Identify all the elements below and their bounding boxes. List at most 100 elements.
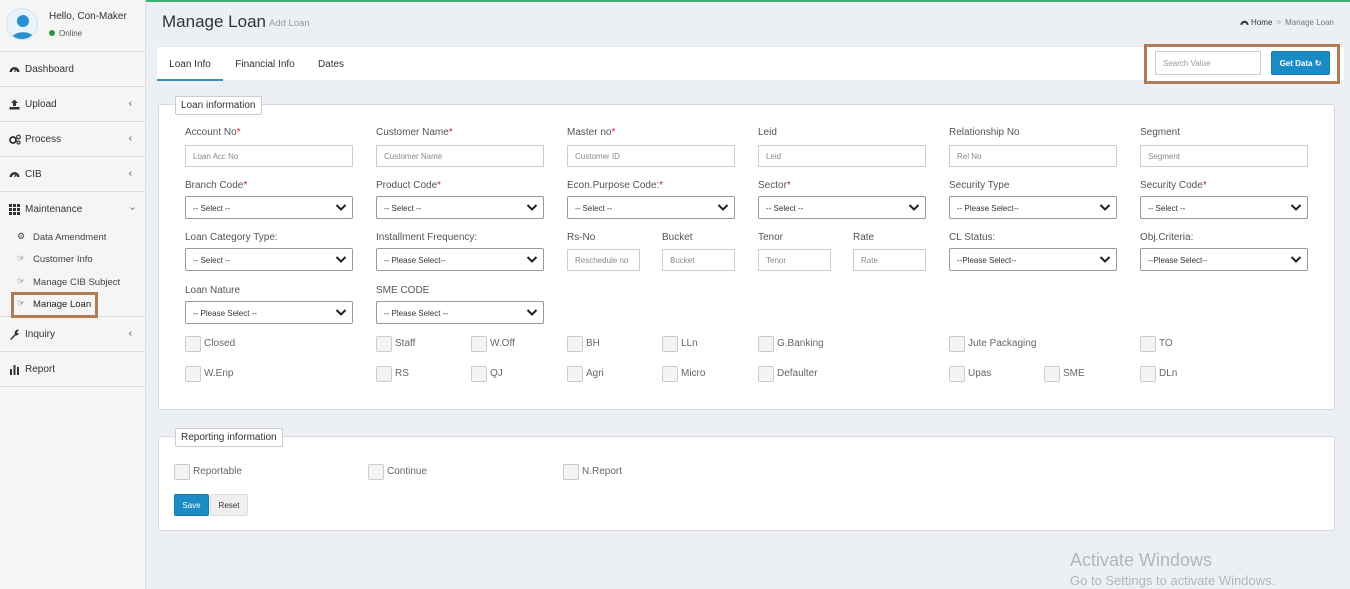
sidebar-item-cib[interactable]: CIB ‹ (0, 157, 145, 192)
hand-pointer-icon: ☞ (17, 253, 26, 263)
loan-info-panel: Loan information Account No* Customer Na… (158, 96, 1335, 410)
branch-code-select[interactable]: -- Select -- (185, 196, 353, 219)
product-code-label: Product Code* (376, 180, 442, 191)
customer-name-label: Customer Name* (376, 127, 453, 138)
sector-select[interactable]: -- Select -- (758, 196, 926, 219)
bucket-input[interactable] (662, 249, 735, 271)
page-subtitle: Add Loan (269, 18, 310, 29)
account-no-input[interactable] (185, 145, 353, 167)
econ-purpose-label: Econ.Purpose Code:* (567, 180, 664, 191)
activate-windows-watermark: Activate Windows (1070, 550, 1213, 570)
chevron-left-icon: ‹ (128, 98, 132, 109)
active-item-highlight (11, 292, 98, 318)
cl-status-select[interactable]: --Please Select-- (949, 248, 1117, 271)
user-status: Online (49, 29, 82, 38)
chevron-down-icon (526, 309, 538, 316)
leid-input[interactable] (758, 145, 926, 167)
chevron-down-icon (1099, 256, 1111, 263)
obj-criteria-select[interactable]: --Please Select-- (1140, 248, 1308, 271)
sidebar-item-process[interactable]: Process ‹ (0, 122, 145, 157)
rs-no-label: Rs-No (567, 232, 596, 243)
sidebar-item-dashboard[interactable]: Dashboard (0, 52, 145, 87)
dashboard-icon (9, 64, 20, 75)
online-dot-icon (49, 30, 55, 36)
upload-icon (9, 99, 20, 110)
tab-bar: Loan Info Financial Info Dates Get Data … (157, 44, 1344, 84)
breadcrumb-current: Manage Loan (1285, 18, 1334, 27)
installment-frequency-select[interactable]: -- Please Select-- (376, 248, 544, 271)
sidebar-item-label: Inquiry (25, 329, 56, 340)
reporting-info-legend: Reporting information (175, 428, 283, 447)
get-data-button[interactable]: Get Data ↻ (1271, 51, 1330, 75)
dashboard-icon (1240, 18, 1249, 28)
reset-button[interactable]: Reset (210, 494, 248, 516)
chevron-left-icon: ‹ (128, 133, 132, 144)
sidebar-item-upload[interactable]: Upload ‹ (0, 87, 145, 122)
wrench-icon (9, 329, 20, 340)
tab-dates[interactable]: Dates (311, 47, 351, 81)
chevron-down-icon (908, 204, 920, 211)
sme-code-select[interactable]: -- Please Select -- (376, 301, 544, 324)
sidebar-item-label: Maintenance (25, 204, 83, 215)
account-no-label: Account No* (185, 127, 241, 138)
breadcrumb-home-link[interactable]: Home (1251, 18, 1272, 27)
installment-frequency-label: Installment Frequency: (376, 232, 478, 243)
dashboard-icon (9, 169, 20, 180)
security-type-label: Security Type (949, 180, 1010, 191)
sidebar-item-label: CIB (25, 169, 42, 180)
loan-nature-select[interactable]: -- Please Select -- (185, 301, 353, 324)
loan-category-label: Loan Category Type: (185, 232, 278, 243)
bar-chart-icon (9, 364, 20, 375)
econ-purpose-select[interactable]: -- Select -- (567, 196, 735, 219)
sidebar-item-report[interactable]: Report (0, 352, 145, 387)
chevron-left-icon: ‹ (128, 168, 132, 179)
loan-nature-label: Loan Nature (185, 285, 241, 296)
cl-status-label: CL Status: (949, 232, 996, 243)
breadcrumb: Home > Manage Loan (1240, 18, 1334, 28)
sidebar-item-inquiry[interactable]: Inquiry ‹ (0, 317, 145, 352)
chevron-down-icon (717, 204, 729, 211)
security-code-select[interactable]: -- Select -- (1140, 196, 1308, 219)
page-title: Manage Loan (162, 12, 266, 31)
tenor-input[interactable] (758, 249, 831, 271)
search-input[interactable] (1155, 51, 1261, 75)
top-accent-line (146, 0, 1350, 2)
chevron-down-icon (335, 309, 347, 316)
relationship-no-input[interactable] (949, 145, 1117, 167)
chevron-down-icon: ‹ (126, 206, 138, 211)
cogs-icon (9, 134, 21, 145)
chevron-down-icon (1290, 256, 1302, 263)
sidebar-item-label: Upload (25, 99, 57, 110)
tab-loan-info[interactable]: Loan Info (157, 47, 223, 81)
avatar (6, 8, 38, 40)
chevron-down-icon (335, 204, 347, 211)
refresh-icon: ↻ (1314, 58, 1322, 68)
rate-input[interactable] (853, 249, 926, 271)
sector-label: Sector* (758, 180, 791, 191)
bucket-label: Bucket (662, 232, 693, 243)
user-panel: Hello, Con-Maker Online (0, 0, 145, 52)
chevron-down-icon (335, 256, 347, 263)
rate-label: Rate (853, 232, 875, 243)
segment-label: Segment (1140, 127, 1181, 138)
chevron-down-icon (1099, 204, 1111, 211)
tab-financial-info[interactable]: Financial Info (229, 47, 301, 81)
search-area: Get Data ↻ (1144, 44, 1340, 84)
security-type-select[interactable]: -- Please Select-- (949, 196, 1117, 219)
master-no-input[interactable] (567, 145, 735, 167)
sidebar-item-label: Report (25, 364, 56, 375)
gear-icon: ⚙ (17, 231, 26, 241)
rs-no-input[interactable] (567, 249, 640, 271)
reporting-info-panel: Reporting information Reportable Continu… (158, 428, 1335, 531)
save-button[interactable]: Save (174, 494, 209, 516)
customer-name-input[interactable] (376, 145, 544, 167)
obj-criteria-label: Obj.Criteria: (1140, 232, 1194, 243)
user-greeting: Hello, Con-Maker (49, 11, 127, 22)
loan-category-select[interactable]: -- Select -- (185, 248, 353, 271)
leid-label: Leid (758, 127, 777, 138)
chevron-left-icon: ‹ (128, 328, 132, 339)
hand-pointer-icon: ☞ (17, 276, 26, 286)
product-code-select[interactable]: -- Select -- (376, 196, 544, 219)
segment-input[interactable] (1140, 145, 1308, 167)
sme-code-label: SME CODE (376, 285, 430, 296)
